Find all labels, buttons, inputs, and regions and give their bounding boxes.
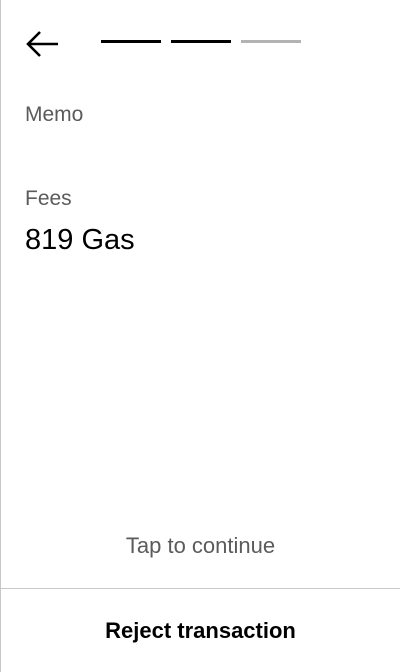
arrow-left-icon [26,31,58,57]
tap-to-continue[interactable]: Tap to continue [1,533,400,559]
fees-label: Fees [25,187,72,210]
progress-step-2 [171,40,231,43]
back-button[interactable] [23,28,61,60]
header [1,0,400,90]
fees-value: 819 Gas [25,224,135,256]
progress-step-1 [101,40,161,43]
step-progress [101,40,301,43]
progress-step-3 [241,40,301,43]
reject-transaction-button[interactable]: Reject transaction [1,589,400,672]
memo-label: Memo [25,103,84,126]
